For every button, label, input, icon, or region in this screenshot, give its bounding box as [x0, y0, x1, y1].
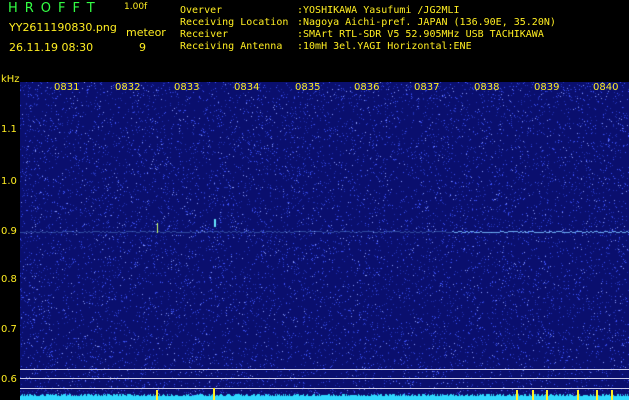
time-label-0833: 0833 — [174, 82, 200, 93]
frequency-unit-label: kHz — [1, 74, 20, 85]
antenna-label: Receiving Antenna — [180, 41, 283, 52]
time-label-0839: 0839 — [534, 82, 560, 93]
freq-label-1-0: 1.0 — [1, 176, 17, 187]
image-filename: YY2611190830.png — [9, 21, 117, 34]
time-label-0840: 0840 — [593, 82, 619, 93]
meteor-count-value: 9 — [139, 41, 146, 54]
meteor-marker — [596, 390, 598, 400]
freq-label-0-9: 0.9 — [1, 226, 17, 237]
time-label-0838: 0838 — [474, 82, 500, 93]
freq-label-0-7: 0.7 — [1, 324, 17, 335]
observer-value: :YOSHIKAWA Yasufumi /JG2MLI — [297, 5, 460, 16]
grid-line-middle — [20, 378, 629, 379]
time-label-0834: 0834 — [234, 82, 260, 93]
freq-label-1-1: 1.1 — [1, 124, 17, 135]
location-value: :Nagoya Aichi-pref. JAPAN (136.90E, 35.2… — [297, 17, 556, 28]
meteor-marker — [611, 390, 613, 400]
app-title: HROFFT — [8, 1, 102, 16]
time-label-0831: 0831 — [54, 82, 80, 93]
observer-label: Overver — [180, 5, 223, 16]
meteor-marker — [532, 390, 534, 400]
time-label-0837: 0837 — [414, 82, 440, 93]
meteor-marker — [156, 390, 158, 400]
freq-label-0-8: 0.8 — [1, 274, 17, 285]
spectrogram-noise — [20, 82, 629, 400]
hrofft-window: HROFFT 1.00f YY2611190830.png 26.11.19 0… — [0, 0, 629, 400]
meteor-marker — [516, 390, 518, 400]
receiver-value: :SMArt RTL-SDR V5 52.905MHz USB TACHIKAW… — [297, 29, 544, 40]
meteor-marker — [546, 390, 548, 400]
meteor-marker — [577, 390, 579, 400]
meteor-marker — [213, 388, 215, 400]
meteor-count-label: meteor — [126, 26, 166, 39]
time-label-0836: 0836 — [354, 82, 380, 93]
spectrogram-plot — [20, 82, 629, 400]
app-version: 1.00f — [124, 2, 148, 12]
capture-datetime: 26.11.19 08:30 — [9, 41, 94, 54]
time-label-0832: 0832 — [115, 82, 141, 93]
grid-line-upper — [20, 369, 629, 370]
grid-line-lower — [20, 388, 629, 389]
freq-label-0-6: 0.6 — [1, 374, 17, 385]
receiver-label: Receiver — [180, 29, 229, 40]
time-label-0835: 0835 — [295, 82, 321, 93]
location-label: Receiving Location — [180, 17, 289, 28]
antenna-value: :10mH 3el.YAGI Horizontal:ENE — [297, 41, 472, 52]
